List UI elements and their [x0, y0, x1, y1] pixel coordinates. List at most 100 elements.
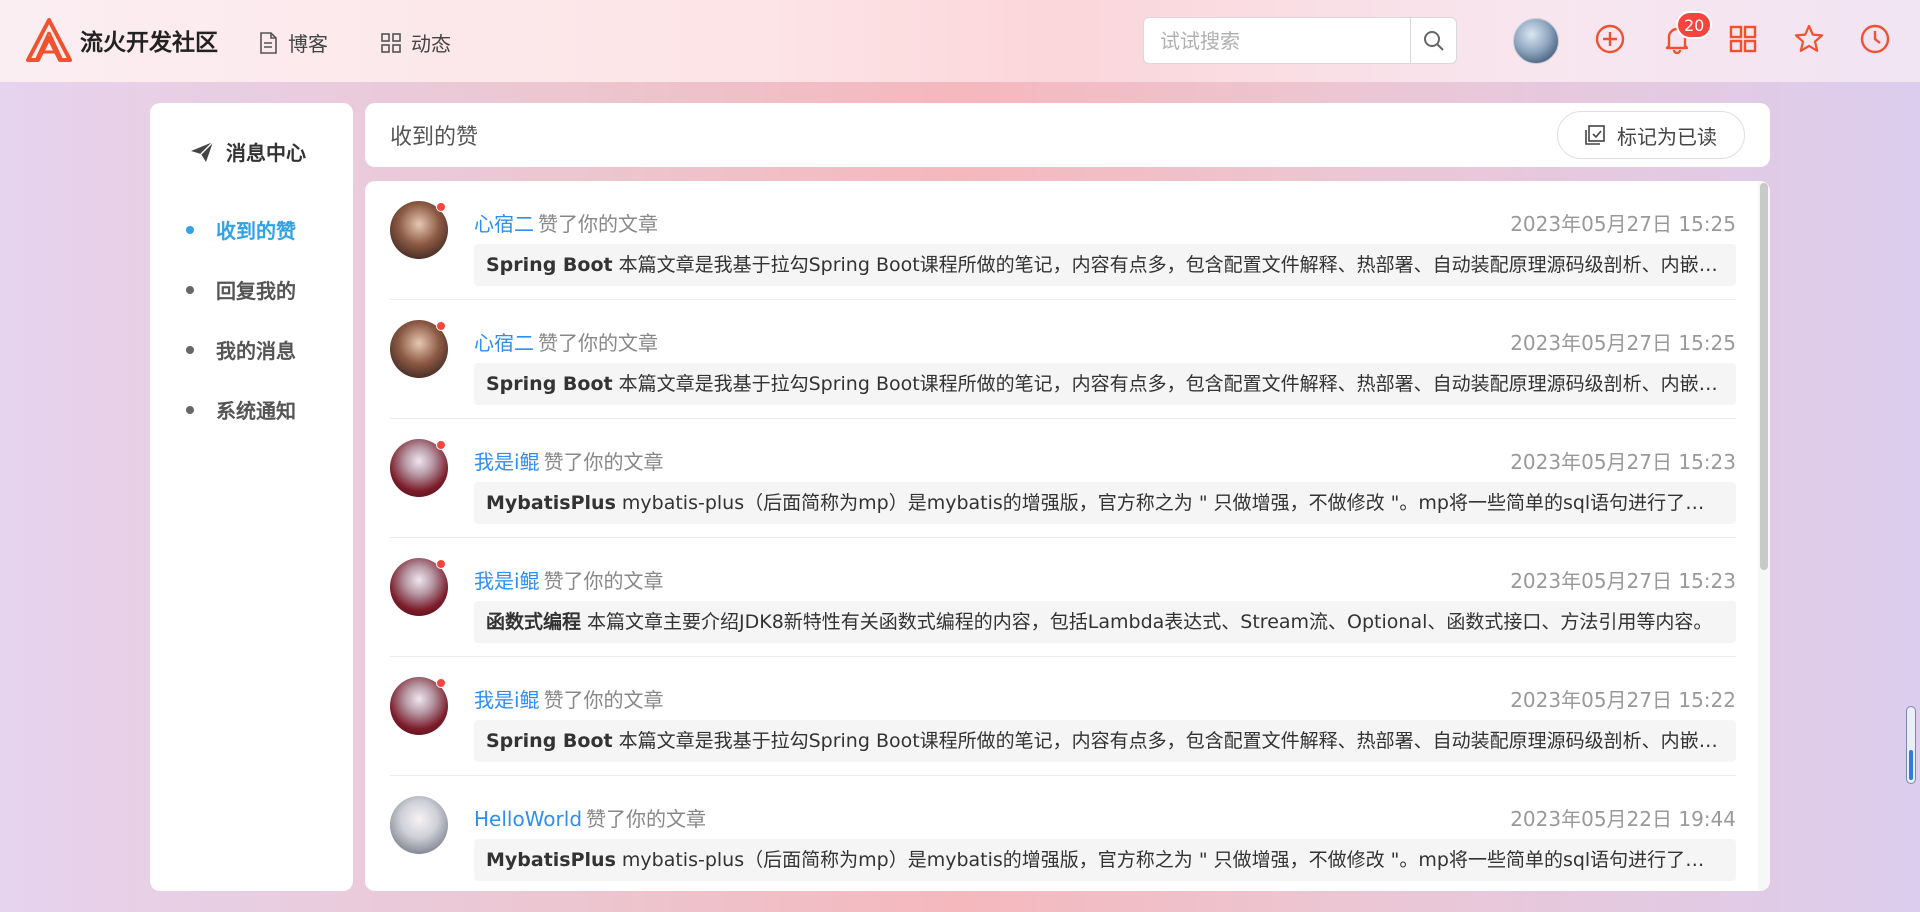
article-title: MybatisPlus: [486, 492, 616, 514]
avatar[interactable]: [390, 796, 448, 854]
sidebar-item-likes[interactable]: 收到的赞: [186, 215, 296, 244]
list-scrollbar-thumb[interactable]: [1760, 183, 1768, 570]
article-summary: 本篇文章主要介绍JDK8新特性有关函数式编程的内容，包括Lambda表达式、St…: [587, 611, 1713, 633]
notification-count-badge: 20: [1676, 11, 1713, 39]
sidebar-title: 消息中心: [190, 137, 306, 166]
page-scroll-fill: [1909, 750, 1913, 780]
article-card[interactable]: MybatisPlus mybatis-plus（后面简称为mp）是mybatis…: [474, 839, 1736, 881]
article-card[interactable]: Spring Boot 本篇文章是我基于拉勾Spring Boot课程所做的笔记，…: [474, 244, 1736, 286]
action-text: 赞了你的文章: [538, 331, 658, 355]
username-link[interactable]: HelloWorld: [474, 807, 582, 831]
article-card[interactable]: Spring Boot 本篇文章是我基于拉勾Spring Boot课程所做的笔记，…: [474, 720, 1736, 762]
nav-activity[interactable]: 动态: [381, 28, 451, 57]
panel-header: 收到的赞 标记为已读: [365, 103, 1770, 167]
list-item[interactable]: 我是i鲲 赞了你的文章 2023年05月27日 15:22 Spring Boot…: [390, 657, 1736, 776]
list-scrollbar[interactable]: [1758, 181, 1770, 891]
timestamp: 2023年05月27日 15:25: [1510, 212, 1736, 236]
message-sidebar: 消息中心 收到的赞 回复我的 我的消息 系统通知: [150, 103, 353, 891]
nav-activity-label: 动态: [411, 32, 451, 56]
article-card[interactable]: 函数式编程 本篇文章主要介绍JDK8新特性有关函数式编程的内容，包括Lambda表…: [474, 601, 1736, 643]
brand-name: 流火开发社区: [80, 30, 218, 56]
bullet-dot: [186, 285, 194, 294]
username-link[interactable]: 我是i鲲: [474, 450, 540, 474]
page-title: 收到的赞: [390, 125, 479, 150]
article-card[interactable]: Spring Boot 本篇文章是我基于拉勾Spring Boot课程所做的笔记，…: [474, 363, 1736, 405]
grid-icon: [381, 32, 401, 53]
list-item[interactable]: 我是i鲲 赞了你的文章 2023年05月27日 15:23 MybatisPlus…: [390, 419, 1736, 538]
star-icon: [1794, 24, 1824, 52]
article-title: Spring Boot: [486, 254, 613, 276]
timestamp: 2023年05月27日 15:23: [1510, 450, 1736, 474]
check-square-icon: [1585, 125, 1605, 145]
article-summary: 本篇文章是我基于拉勾Spring Boot课程所做的笔记，内容有点多，包含配置文…: [618, 730, 1725, 752]
username-link[interactable]: 我是i鲲: [474, 569, 540, 593]
bullet-dot: [186, 405, 194, 414]
sidebar-item-system[interactable]: 系统通知: [186, 395, 296, 424]
username-link[interactable]: 心宿二: [474, 331, 534, 355]
unread-dot: [436, 440, 446, 450]
action-text: 赞了你的文章: [538, 212, 658, 236]
flame-logo-icon: [26, 18, 72, 62]
article-summary: mybatis-plus（后面简称为mp）是mybatis的增强版，官方称之为 …: [621, 492, 1736, 514]
paper-plane-icon: [191, 141, 214, 162]
action-text: 赞了你的文章: [543, 688, 664, 712]
list-item[interactable]: 心宿二 赞了你的文章 2023年05月27日 15:25 Spring Boot 本…: [390, 181, 1736, 300]
like-header: 我是i鲲 赞了你的文章 2023年05月27日 15:22: [474, 684, 1736, 712]
unread-dot: [436, 678, 446, 688]
mark-as-read-button[interactable]: 标记为已读: [1557, 111, 1745, 159]
article-summary: mybatis-plus（后面简称为mp）是mybatis的增强版，官方称之为 …: [621, 849, 1736, 871]
brand-logo[interactable]: 流火开发社区: [26, 18, 218, 62]
timestamp: 2023年05月22日 19:44: [1510, 807, 1736, 831]
search-button[interactable]: [1410, 18, 1456, 63]
create-button[interactable]: [1593, 22, 1627, 56]
sidebar-item-replies[interactable]: 回复我的: [186, 275, 296, 304]
username-link[interactable]: 我是i鲲: [474, 688, 540, 712]
clock-icon: [1860, 24, 1890, 54]
like-header: HelloWorld 赞了你的文章 2023年05月22日 19:44: [474, 803, 1736, 831]
article-title: MybatisPlus: [486, 849, 616, 871]
like-header: 我是i鲲 赞了你的文章 2023年05月27日 15:23: [474, 446, 1736, 474]
nav-blog-label: 博客: [288, 32, 328, 56]
list-item[interactable]: HelloWorld 赞了你的文章 2023年05月22日 19:44 Mybat…: [390, 776, 1736, 891]
article-title: Spring Boot: [486, 373, 613, 395]
apps-button[interactable]: [1726, 22, 1760, 56]
timestamp: 2023年05月27日 15:22: [1510, 688, 1736, 712]
mark-as-read-label: 标记为已读: [1617, 124, 1717, 149]
sidebar-item-label: 系统通知: [216, 399, 296, 423]
sidebar-item-messages[interactable]: 我的消息: [186, 335, 296, 364]
nav-blog[interactable]: 博客: [258, 28, 328, 57]
article-summary: 本篇文章是我基于拉勾Spring Boot课程所做的笔记，内容有点多，包含配置文…: [618, 373, 1725, 395]
like-header: 心宿二 赞了你的文章 2023年05月27日 15:25: [474, 208, 1736, 236]
search-icon: [1423, 30, 1444, 51]
sidebar-item-label: 收到的赞: [216, 219, 296, 243]
apps-grid-icon: [1729, 25, 1757, 53]
top-header: 流火开发社区 博客 动态 试试搜索 20: [0, 0, 1920, 82]
like-header: 我是i鲲 赞了你的文章 2023年05月27日 15:23: [474, 565, 1736, 593]
article-title: 函数式编程: [486, 611, 582, 633]
likes-list: 心宿二 赞了你的文章 2023年05月27日 15:25 Spring Boot 本…: [365, 181, 1770, 891]
favorites-button[interactable]: [1792, 22, 1826, 56]
sidebar-title-label: 消息中心: [226, 141, 306, 165]
sidebar-item-label: 我的消息: [216, 339, 296, 363]
username-link[interactable]: 心宿二: [474, 212, 534, 236]
article-title: Spring Boot: [486, 730, 613, 752]
search-input[interactable]: [1144, 18, 1410, 63]
article-card[interactable]: MybatisPlus mybatis-plus（后面简称为mp）是mybatis…: [474, 482, 1736, 524]
unread-dot: [436, 321, 446, 331]
document-icon: [260, 31, 277, 54]
history-button[interactable]: [1858, 22, 1892, 56]
action-text: 赞了你的文章: [543, 569, 664, 593]
bullet-dot: [186, 225, 194, 234]
user-avatar[interactable]: [1513, 18, 1559, 64]
timestamp: 2023年05月27日 15:25: [1510, 331, 1736, 355]
unread-dot: [436, 202, 446, 212]
search-box: [1143, 17, 1457, 64]
list-item[interactable]: 我是i鲲 赞了你的文章 2023年05月27日 15:23 函数式编程 本篇文章主要…: [390, 538, 1736, 657]
sidebar-item-label: 回复我的: [216, 279, 296, 303]
action-text: 赞了你的文章: [586, 807, 707, 831]
like-header: 心宿二 赞了你的文章 2023年05月27日 15:25: [474, 327, 1736, 355]
bullet-dot: [186, 345, 194, 354]
list-item[interactable]: 心宿二 赞了你的文章 2023年05月27日 15:25 Spring Boot 本…: [390, 300, 1736, 419]
page-scroll-indicator[interactable]: [1906, 706, 1916, 784]
unread-dot: [436, 559, 446, 569]
